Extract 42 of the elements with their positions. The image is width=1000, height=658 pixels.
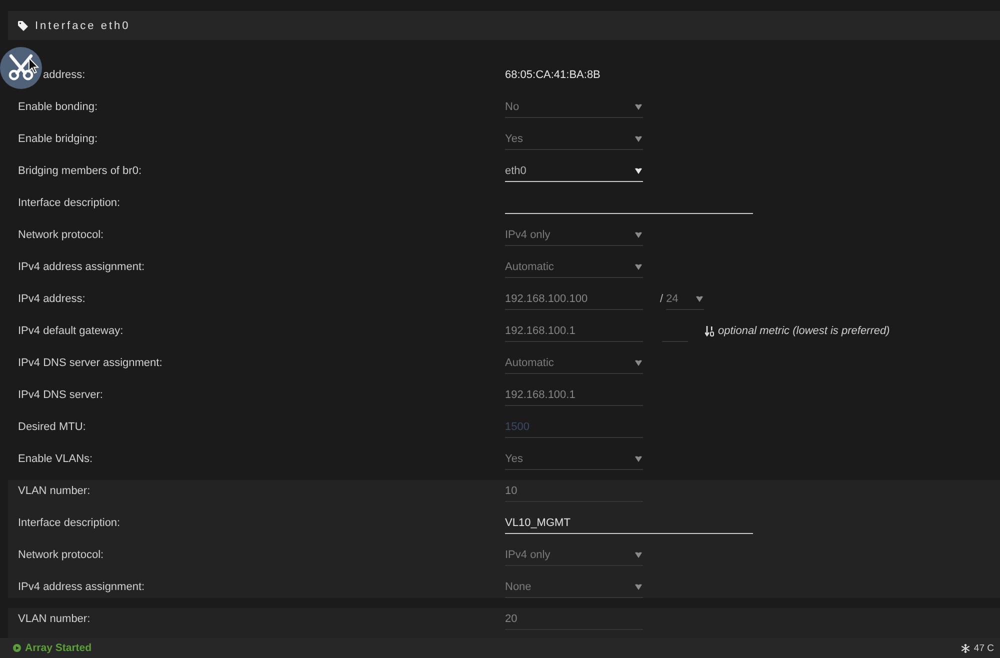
field-label: IPv4 default gateway: <box>18 325 124 337</box>
field-label: Bridging members of br0: <box>18 165 142 177</box>
dropdown[interactable]: eth0 <box>505 160 643 182</box>
field-label: Network protocol: <box>18 549 104 561</box>
cursor-icon <box>28 57 39 74</box>
field-label: Enable bonding: <box>18 101 98 113</box>
field-label: Enable bridging: <box>18 133 98 145</box>
caret-icon <box>635 584 642 590</box>
field-label: Enable VLANs: <box>18 453 93 465</box>
array-status: Array Started <box>25 642 92 654</box>
temperature-reading: 47 C <box>974 642 994 654</box>
play-circle-icon <box>13 644 21 652</box>
input-field[interactable]: VL10_MGMT <box>505 512 753 534</box>
metric-hint: optional metric (lowest is preferred) <box>718 325 890 337</box>
field-label: IPv4 DNS server assignment: <box>18 357 162 369</box>
field-label: Network protocol: <box>18 229 104 241</box>
field-label: IPv4 DNS server: <box>18 389 103 401</box>
section-title: Interface eth0 <box>35 20 130 32</box>
caret-icon <box>635 168 642 174</box>
caret-icon <box>635 232 642 238</box>
caret-icon <box>635 552 642 558</box>
field-label: VLAN number: <box>18 613 90 625</box>
scissors-icon[interactable] <box>0 47 42 89</box>
field-label: VLAN number: <box>18 485 90 497</box>
caret-icon <box>696 296 704 302</box>
caret-icon <box>635 360 642 366</box>
field-label: Interface description: <box>18 197 120 209</box>
sort-icon <box>705 326 714 336</box>
caret-icon <box>635 104 642 110</box>
tag-icon <box>18 20 28 30</box>
netmask-separator: / <box>660 293 664 305</box>
caret-icon <box>635 136 642 142</box>
snowflake-icon <box>960 644 970 652</box>
field-label: IPv4 address: <box>18 293 86 305</box>
mac-address-value: 68:05:CA:41:BA:8B <box>505 69 600 81</box>
caret-icon <box>635 264 642 270</box>
field-label: IPv4 address assignment: <box>18 261 145 273</box>
field-label: Desired MTU: <box>18 421 86 433</box>
field-label: IPv4 address assignment: <box>18 581 145 593</box>
field-label: address: <box>43 69 86 81</box>
field-label: Interface description: <box>18 517 120 529</box>
caret-icon <box>635 456 642 462</box>
